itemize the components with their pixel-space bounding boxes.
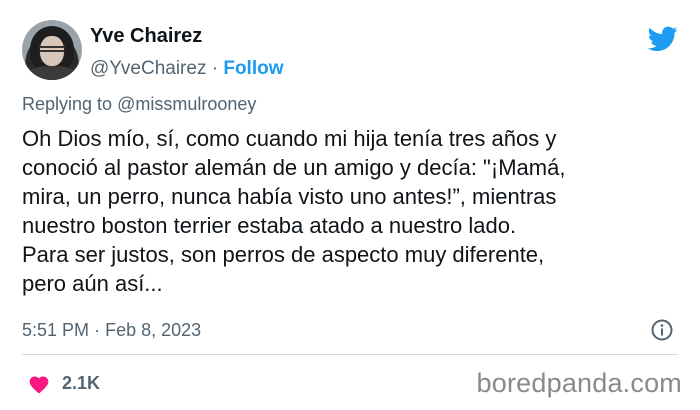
tweet-header: Yve Chairez @YveChairez · Follow [22,18,682,80]
tweet-text-line: pero aún así... [22,271,163,296]
author-name[interactable]: Yve Chairez [90,25,202,48]
tweet-text-line: Oh Dios mío, sí, como cuando mi hija ten… [22,126,557,151]
tweet-text-line: nuestro boston terrier estaba atado a nu… [22,213,517,238]
separator-dot: · [94,320,101,340]
reply-mention-link[interactable]: @missmulrooney [117,94,256,114]
likes-count: 2.1K [62,373,101,393]
twitter-bird-icon[interactable] [648,26,678,52]
author-handle-row: @YveChairez · Follow [90,58,284,80]
divider [22,354,678,355]
info-icon[interactable] [650,318,674,342]
follow-button[interactable]: Follow [223,58,283,79]
watermark: boredpanda.com [476,368,682,398]
heart-icon [29,376,49,394]
tweet-text-line: mira, un perro, nunca había visto uno an… [22,184,557,209]
timestamp-date: Feb 8, 2023 [105,320,202,340]
timestamp-time: 5:51 PM [22,320,90,340]
replying-to: Replying to @missmulrooney [22,94,256,115]
replying-prefix: Replying to [22,94,113,114]
separator-dot: · [211,58,219,79]
tweet-timestamp[interactable]: 5:51 PM · Feb 8, 2023 [22,320,201,341]
tweet-text-line: conoció al pastor alemán de un amigo y d… [22,155,566,180]
tweet-text-line: Para ser justos, son perros de aspecto m… [22,242,545,267]
tweet-text: Oh Dios mío, sí, como cuando mi hija ten… [22,124,682,298]
author-handle[interactable]: @YveChairez [90,58,206,79]
avatar[interactable] [22,20,82,80]
